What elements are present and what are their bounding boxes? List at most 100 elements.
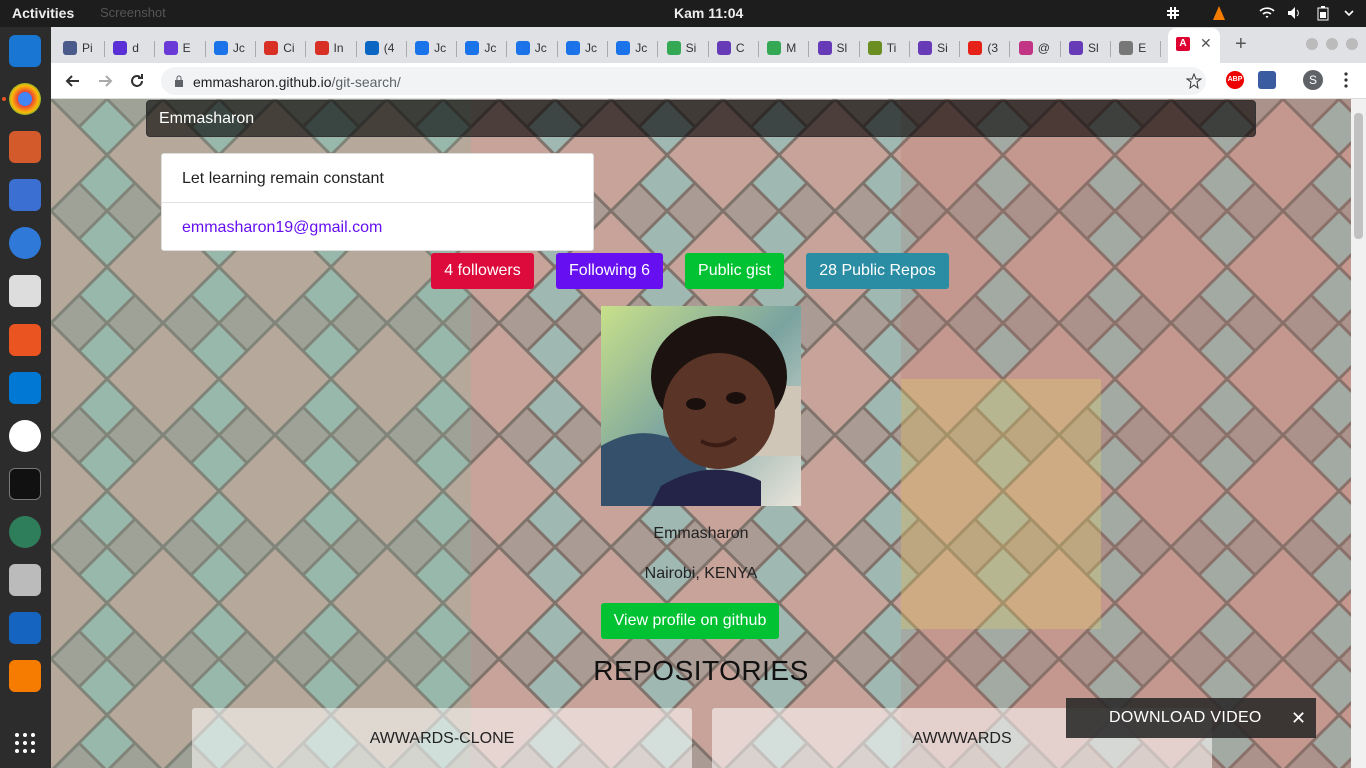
browser-tab[interactable]: (3 [960, 33, 1011, 63]
browser-tab[interactable]: d [105, 33, 156, 63]
tab-title: Jc [484, 41, 497, 55]
view-profile-button[interactable]: View profile on github [601, 603, 779, 639]
dock [0, 27, 51, 768]
browser-tab[interactable]: In [307, 33, 357, 63]
software-center-icon[interactable] [9, 324, 41, 356]
slack-tray-icon[interactable] [1165, 5, 1181, 21]
close-tab-icon[interactable]: ✕ [1200, 35, 1212, 52]
browser-tab[interactable]: Si [910, 33, 961, 63]
files-icon[interactable] [9, 131, 41, 163]
tab-favicon-icon [163, 41, 178, 55]
clock[interactable]: Kam 11:04 [674, 5, 743, 21]
tab-favicon-icon [113, 41, 128, 55]
username-search-input[interactable] [146, 100, 1256, 137]
close-overlay-icon[interactable]: ✕ [1291, 708, 1306, 729]
browser-tab[interactable]: Jc [508, 33, 558, 63]
terminal-icon[interactable] [9, 468, 41, 500]
adblock-icon[interactable]: ABP [1226, 71, 1244, 89]
tab-favicon-icon [968, 41, 983, 55]
camera-icon[interactable] [9, 564, 41, 596]
battery-icon[interactable] [1315, 5, 1331, 21]
tab-favicon-icon [364, 41, 379, 55]
tab-favicon-icon [314, 41, 329, 55]
following-button[interactable]: Following 6 [556, 253, 663, 289]
repo-card[interactable]: AWWARDS-CLONE [192, 708, 692, 768]
chevron-down-icon[interactable] [1341, 5, 1357, 21]
browser-tab[interactable]: Ti [860, 33, 910, 63]
browser-tab[interactable]: E [156, 33, 206, 63]
app-grid-icon[interactable] [14, 732, 36, 754]
page-scrollbar[interactable] [1351, 99, 1366, 768]
browser-tab[interactable]: Si [659, 33, 709, 63]
profile-email-link[interactable]: emmasharon19@gmail.com [182, 219, 382, 237]
browser-tab[interactable]: Pi [55, 33, 105, 63]
lock-icon[interactable] [173, 75, 185, 87]
vlc-tray-icon[interactable] [1211, 5, 1227, 21]
bookmark-star-icon[interactable] [1186, 73, 1202, 89]
tab-title: Ci [283, 41, 295, 55]
browser-tab[interactable]: Sl [810, 33, 860, 63]
download-video-overlay[interactable]: DOWNLOAD VIDEO ✕ [1066, 698, 1316, 738]
back-icon[interactable] [64, 72, 82, 90]
tab-title: Jc [434, 41, 447, 55]
writer-icon[interactable] [9, 179, 41, 211]
tab-title: E [1138, 41, 1147, 55]
url-host: emmasharon.github.io [193, 74, 332, 90]
tab-title: @ [1037, 41, 1050, 55]
chrome-icon[interactable] [9, 83, 41, 115]
maximize-window-icon[interactable] [1326, 38, 1338, 50]
app-menu[interactable]: Screenshot [100, 5, 166, 20]
activities-button[interactable]: Activities [12, 5, 74, 21]
slack-icon[interactable] [9, 420, 41, 452]
address-bar[interactable]: emmasharon.github.io/git-search/ [161, 67, 1206, 95]
download-video-label[interactable]: DOWNLOAD VIDEO [1109, 709, 1262, 727]
browser-tab[interactable]: Ci [256, 33, 307, 63]
forward-icon[interactable] [96, 72, 114, 90]
browser-tab[interactable]: Jc [608, 33, 659, 63]
extension-icon[interactable] [1258, 71, 1276, 89]
thunderbird-icon[interactable] [9, 35, 41, 67]
rhythmbox-icon[interactable] [9, 275, 41, 307]
browser-tab[interactable]: E [1111, 33, 1162, 63]
tab-separator [1160, 41, 1162, 57]
tab-active[interactable]: A ✕ [1168, 28, 1220, 63]
public-gist-button[interactable]: Public gist [685, 253, 784, 289]
vscode-icon[interactable] [9, 372, 41, 404]
profile-location: Nairobi, KENYA [644, 565, 758, 582]
wifi-icon[interactable] [1259, 5, 1275, 21]
divider [162, 202, 593, 203]
browser-tab[interactable]: Jc [457, 33, 508, 63]
browser-tab[interactable]: Jc [407, 33, 458, 63]
profile-avatar[interactable]: S [1303, 70, 1323, 90]
kebab-menu-icon[interactable] [1337, 71, 1355, 89]
system-top-bar: Activities Screenshot Kam 11:04 [0, 0, 1366, 27]
reload-icon[interactable] [128, 72, 146, 90]
browser-tab[interactable]: Sl [1061, 33, 1111, 63]
atom-icon[interactable] [9, 516, 41, 548]
browser-tab[interactable]: Jc [206, 33, 256, 63]
scrollbar-thumb[interactable] [1354, 113, 1363, 239]
tab-favicon-icon [616, 41, 631, 55]
volume-icon[interactable] [1286, 5, 1302, 21]
browser-tab[interactable]: Jc [558, 33, 608, 63]
close-window-icon[interactable] [1346, 38, 1358, 50]
browser-tab[interactable]: @ [1011, 33, 1061, 63]
browser-tab[interactable]: C [709, 33, 759, 63]
tab-favicon-icon [918, 41, 933, 55]
tab-title: M [786, 41, 797, 55]
browser-tab[interactable]: (4 [357, 33, 407, 63]
help-icon[interactable] [9, 227, 41, 259]
installer-icon[interactable] [9, 612, 41, 644]
tab-title: Jc [585, 41, 597, 55]
tab-title: Pi [82, 41, 93, 55]
angular-favicon: A [1176, 37, 1190, 51]
minimize-window-icon[interactable] [1306, 38, 1318, 50]
vlc-icon[interactable] [9, 660, 41, 692]
public-repos-button[interactable]: 28 Public Repos [806, 253, 949, 289]
browser-tab[interactable]: M [759, 33, 810, 63]
tab-title: In [333, 41, 344, 55]
tab-favicon-icon [415, 41, 430, 55]
followers-button[interactable]: 4 followers [431, 253, 534, 289]
new-tab-icon[interactable]: + [1235, 33, 1247, 56]
tab-title: Sl [836, 41, 848, 55]
